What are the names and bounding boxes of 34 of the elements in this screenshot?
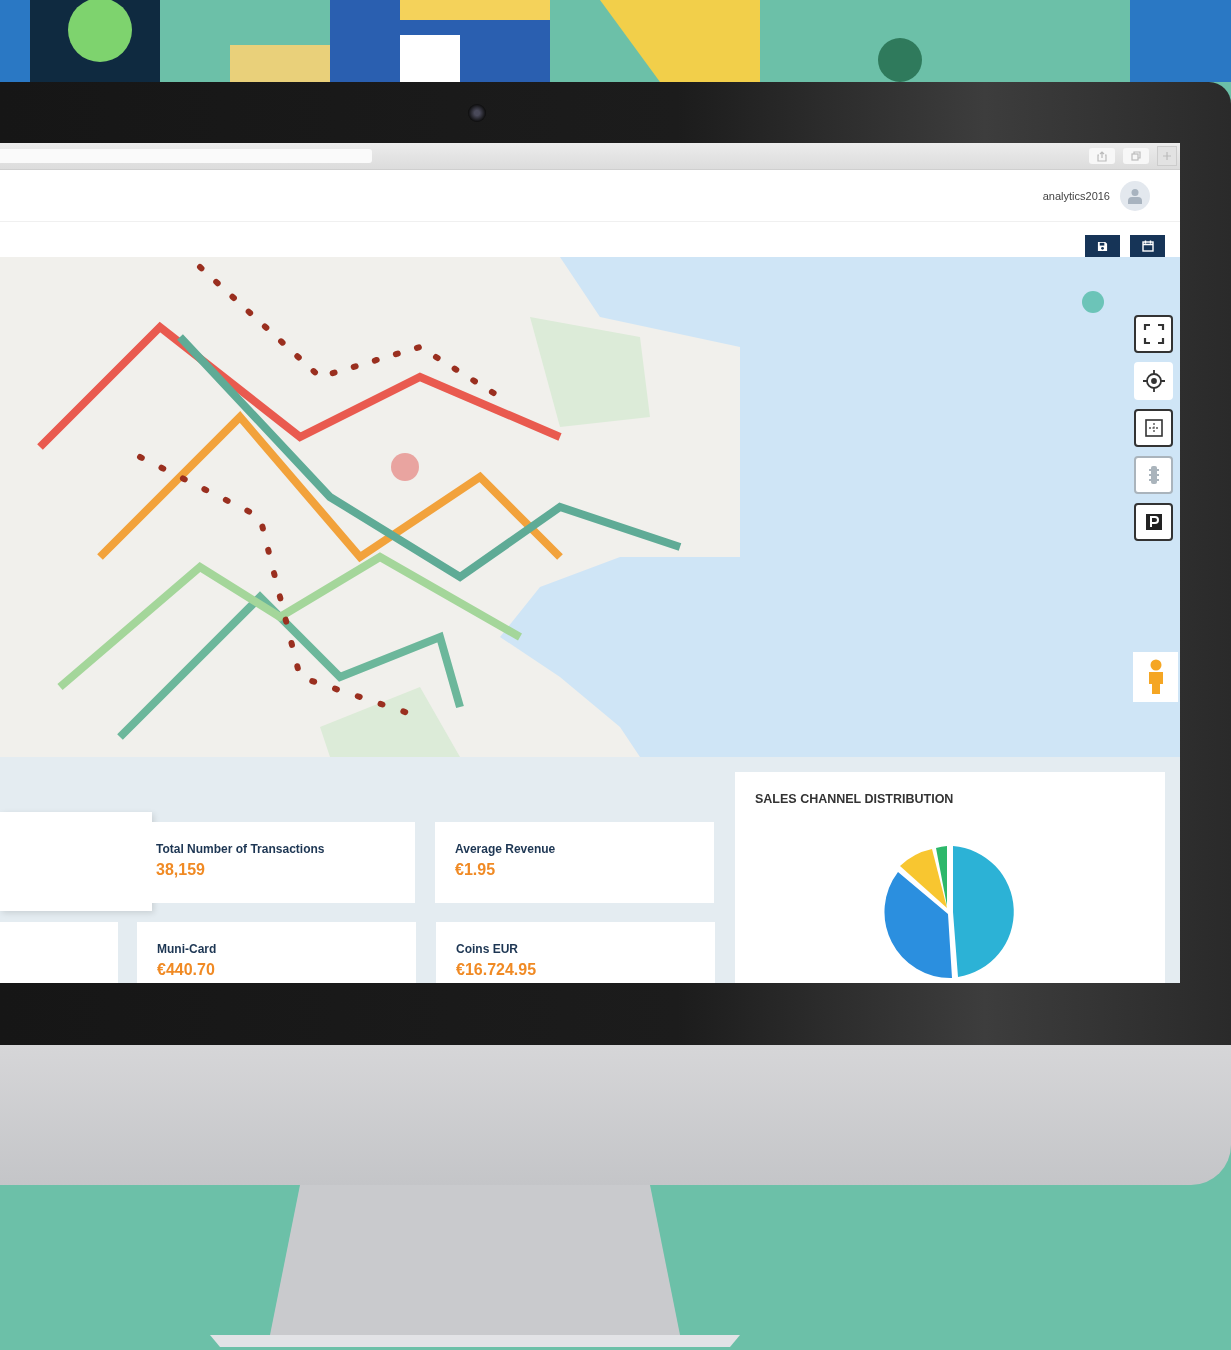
calendar-button[interactable] xyxy=(1130,235,1165,257)
webcam-icon xyxy=(468,103,486,122)
tabs-icon xyxy=(1131,151,1141,161)
calendar-icon xyxy=(1141,240,1154,252)
fit-button[interactable] xyxy=(1134,409,1173,447)
address-field[interactable] xyxy=(0,149,372,163)
kpi-label: Average Revenue xyxy=(455,842,556,856)
avatar[interactable] xyxy=(1120,180,1150,211)
kpi-value: €1.95 xyxy=(455,861,496,879)
parking-button[interactable] xyxy=(1134,503,1173,541)
kpi-label: Total Number of Transactions xyxy=(156,842,325,856)
kpi-value: €440.70 xyxy=(157,961,215,979)
save-icon xyxy=(1097,240,1108,252)
crosshair-icon xyxy=(1141,369,1166,393)
user-icon xyxy=(1128,187,1142,204)
kpi-label: Coins EUR xyxy=(456,942,518,956)
kpi-label: Muni-Card xyxy=(157,942,217,956)
save-button[interactable] xyxy=(1085,235,1120,257)
username: analytics2016 xyxy=(1042,189,1110,202)
share-button[interactable] xyxy=(1089,148,1115,164)
fullscreen-button[interactable] xyxy=(1134,315,1173,353)
kpi-value: 38,159 xyxy=(156,861,205,879)
parking-icon xyxy=(1144,513,1163,531)
plus-icon xyxy=(1163,152,1171,160)
share-icon xyxy=(1097,150,1107,162)
street-view-button[interactable] xyxy=(1133,652,1178,702)
tabs-button[interactable] xyxy=(1123,148,1149,164)
locate-button[interactable] xyxy=(1134,362,1173,400)
traffic-light-icon xyxy=(1147,465,1160,485)
grid-icon xyxy=(1144,419,1163,437)
new-tab-button[interactable] xyxy=(1157,146,1177,166)
chart-title: SALES CHANNEL DISTRIBUTION xyxy=(755,792,954,806)
fullscreen-icon xyxy=(1142,323,1165,345)
kpi-value: €16.724.95 xyxy=(456,961,537,979)
